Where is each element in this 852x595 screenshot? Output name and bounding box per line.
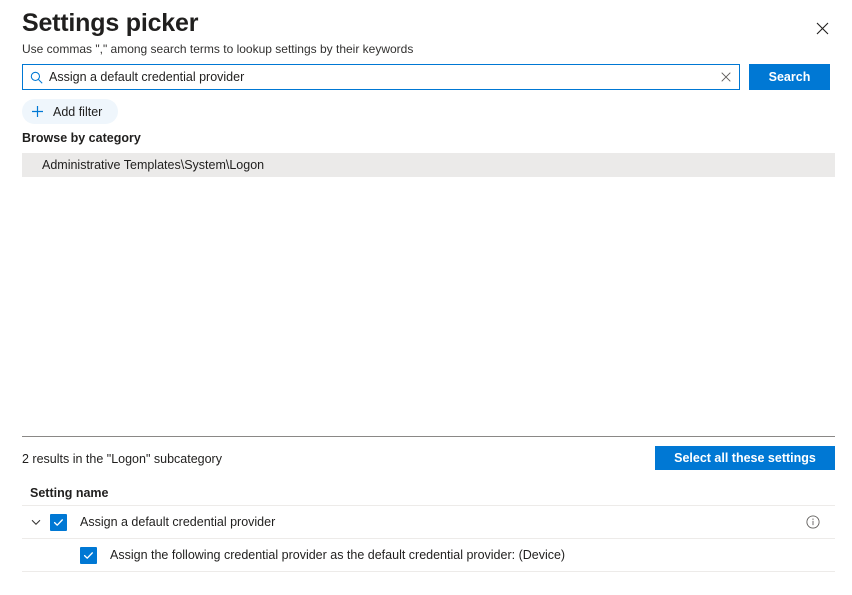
category-label: Administrative Templates\System\Logon (22, 158, 264, 172)
page-title: Settings picker (22, 8, 198, 38)
plus-icon (31, 105, 44, 118)
info-icon[interactable] (805, 514, 821, 530)
results-divider (22, 436, 835, 437)
clear-icon (721, 70, 731, 85)
results-count: 2 results in the "Logon" subcategory (22, 452, 222, 466)
table-row-label: Assign a default credential provider (67, 515, 275, 529)
browse-by-category-label: Browse by category (22, 131, 141, 145)
add-filter-label: Add filter (53, 105, 102, 119)
select-all-settings-button[interactable]: Select all these settings (655, 446, 835, 470)
add-filter-button[interactable]: Add filter (22, 99, 118, 124)
page-subtitle: Use commas "," among search terms to loo… (22, 41, 413, 57)
close-button[interactable] (806, 12, 838, 44)
table-bottom-divider (22, 571, 835, 572)
search-row: Search (22, 64, 830, 92)
search-box[interactable] (22, 64, 740, 90)
row-checkbox[interactable] (80, 547, 97, 564)
category-row-logon[interactable]: Administrative Templates\System\Logon (22, 153, 835, 177)
search-icon (23, 71, 49, 84)
table-row-label: Assign the following credential provider… (97, 548, 565, 562)
chevron-down-icon[interactable] (22, 516, 50, 528)
close-icon (816, 22, 829, 35)
search-input[interactable] (49, 66, 713, 88)
settings-table-header: Setting name (22, 480, 835, 505)
column-header-setting-name: Setting name (22, 486, 109, 500)
table-row[interactable]: Assign the following credential provider… (22, 538, 835, 571)
table-row[interactable]: Assign a default credential provider (22, 505, 835, 538)
row-checkbox[interactable] (50, 514, 67, 531)
clear-search-button[interactable] (713, 65, 739, 89)
search-button[interactable]: Search (749, 64, 830, 90)
